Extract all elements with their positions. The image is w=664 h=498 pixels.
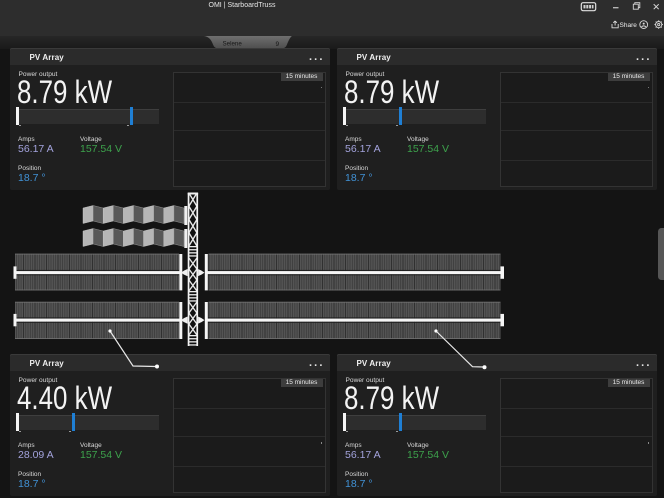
svg-text:Selene: Selene xyxy=(223,40,243,47)
svg-text:9: 9 xyxy=(276,41,280,48)
